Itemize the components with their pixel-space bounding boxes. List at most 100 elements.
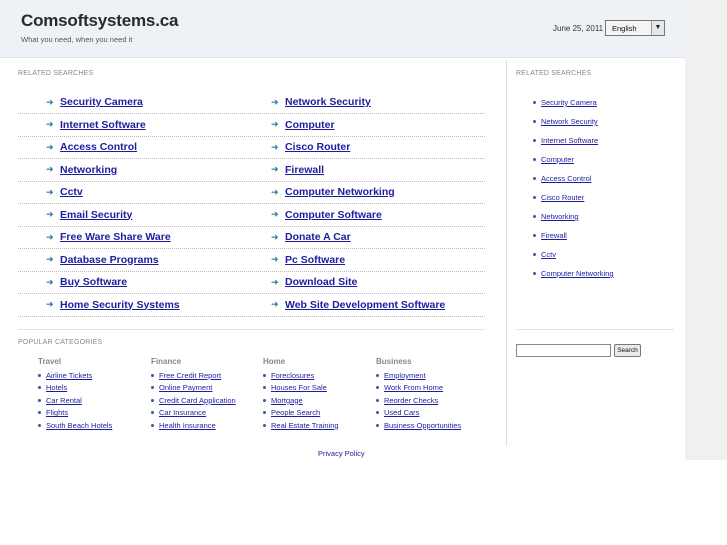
category-item[interactable]: South Beach Hotels — [38, 419, 112, 432]
related-search-link[interactable]: Firewall — [285, 164, 324, 176]
side-search-item[interactable]: Cctv — [533, 250, 556, 259]
chevron-down-icon[interactable]: ▼ — [651, 21, 664, 35]
category-link[interactable]: Hotels — [46, 383, 67, 392]
side-search-link[interactable]: Access Control — [541, 174, 591, 183]
side-search-item[interactable]: Access Control — [533, 174, 591, 183]
related-search-link[interactable]: Computer Networking — [285, 186, 395, 198]
related-search-item[interactable]: ➜ Database Programs — [46, 254, 159, 266]
category-link[interactable]: Mortgage — [271, 396, 303, 405]
language-select[interactable]: English ▼ — [605, 20, 665, 36]
related-search-link[interactable]: Download Site — [285, 276, 357, 288]
side-search-link[interactable]: Internet Software — [541, 136, 598, 145]
side-search-item[interactable]: Cisco Router — [533, 193, 584, 202]
related-search-link[interactable]: Donate A Car — [285, 231, 351, 243]
privacy-policy-link[interactable]: Privacy Policy — [318, 449, 365, 458]
related-search-item[interactable]: ➜ Buy Software — [46, 276, 127, 288]
category-link[interactable]: Credit Card Application — [159, 396, 236, 405]
category-item[interactable]: Airline Tickets — [38, 369, 112, 382]
category-link[interactable]: Reorder Checks — [384, 396, 438, 405]
side-search-link[interactable]: Computer — [541, 155, 574, 164]
related-search-link[interactable]: Cctv — [60, 186, 83, 198]
category-link[interactable]: Business Opportunities — [384, 421, 461, 430]
category-link[interactable]: South Beach Hotels — [46, 421, 112, 430]
category-link[interactable]: Employment — [384, 371, 426, 380]
related-search-link[interactable]: Access Control — [60, 141, 137, 153]
related-search-item[interactable]: ➜ Networking — [46, 164, 117, 176]
category-item[interactable]: Business Opportunities — [376, 419, 461, 432]
side-search-link[interactable]: Security Camera — [541, 98, 597, 107]
related-search-link[interactable]: Network Security — [285, 96, 371, 108]
category-item[interactable]: Car Rental — [38, 394, 112, 407]
category-link[interactable]: Used Cars — [384, 408, 419, 417]
category-item[interactable]: Work From Home — [376, 382, 461, 395]
category-item[interactable]: Hotels — [38, 382, 112, 395]
category-item[interactable]: People Search — [263, 407, 339, 420]
category-item[interactable]: Employment — [376, 369, 461, 382]
related-search-item[interactable]: ➜ Download Site — [271, 276, 357, 288]
side-search-link[interactable]: Networking — [541, 212, 579, 221]
side-search-item[interactable]: Network Security — [533, 117, 598, 126]
category-link[interactable]: Real Estate Training — [271, 421, 339, 430]
related-search-item[interactable]: ➜ Security Camera — [46, 96, 143, 108]
category-link[interactable]: Houses For Sale — [271, 383, 327, 392]
category-link[interactable]: Flights — [46, 408, 68, 417]
category-link[interactable]: Foreclosures — [271, 371, 314, 380]
side-search-item[interactable]: Firewall — [533, 231, 567, 240]
related-search-item[interactable]: ➜ Firewall — [271, 164, 324, 176]
related-search-item[interactable]: ➜ Computer Networking — [271, 186, 395, 198]
category-link[interactable]: Car Insurance — [159, 408, 206, 417]
side-search-link[interactable]: Computer Networking — [541, 269, 614, 278]
side-search-item[interactable]: Computer Networking — [533, 269, 614, 278]
category-item[interactable]: Used Cars — [376, 407, 461, 420]
related-search-item[interactable]: ➜ Home Security Systems — [46, 299, 180, 311]
side-search-link[interactable]: Firewall — [541, 231, 567, 240]
related-search-item[interactable]: ➜ Email Security — [46, 209, 132, 221]
related-search-item[interactable]: ➜ Web Site Development Software — [271, 299, 445, 311]
related-search-link[interactable]: Security Camera — [60, 96, 143, 108]
related-search-link[interactable]: Email Security — [60, 209, 132, 221]
category-link[interactable]: Online Payment — [159, 383, 212, 392]
category-link[interactable]: Free Credit Report — [159, 371, 221, 380]
related-search-link[interactable]: Buy Software — [60, 276, 127, 288]
category-link[interactable]: Car Rental — [46, 396, 82, 405]
related-search-item[interactable]: ➜ Free Ware Share Ware — [46, 231, 171, 243]
category-link[interactable]: Work From Home — [384, 383, 443, 392]
related-search-link[interactable]: Internet Software — [60, 119, 146, 131]
category-item[interactable]: Foreclosures — [263, 369, 339, 382]
search-input[interactable] — [516, 344, 611, 357]
category-link[interactable]: Airline Tickets — [46, 371, 92, 380]
related-search-link[interactable]: Free Ware Share Ware — [60, 231, 171, 243]
related-search-item[interactable]: ➜ Network Security — [271, 96, 371, 108]
side-search-link[interactable]: Cctv — [541, 250, 556, 259]
category-item[interactable]: Reorder Checks — [376, 394, 461, 407]
category-link[interactable]: People Search — [271, 408, 320, 417]
category-item[interactable]: Flights — [38, 407, 112, 420]
related-search-link[interactable]: Web Site Development Software — [285, 299, 445, 311]
category-item[interactable]: Health Insurance — [151, 419, 236, 432]
category-item[interactable]: Credit Card Application — [151, 394, 236, 407]
related-search-link[interactable]: Computer — [285, 119, 335, 131]
related-search-link[interactable]: Networking — [60, 164, 117, 176]
related-search-link[interactable]: Computer Software — [285, 209, 382, 221]
side-search-link[interactable]: Cisco Router — [541, 193, 584, 202]
category-item[interactable]: Free Credit Report — [151, 369, 236, 382]
side-search-item[interactable]: Computer — [533, 155, 574, 164]
side-search-item[interactable]: Networking — [533, 212, 579, 221]
category-item[interactable]: Mortgage — [263, 394, 339, 407]
category-item[interactable]: Real Estate Training — [263, 419, 339, 432]
search-button[interactable]: Search — [614, 344, 641, 357]
related-search-link[interactable]: Database Programs — [60, 254, 159, 266]
side-search-link[interactable]: Network Security — [541, 117, 598, 126]
related-search-item[interactable]: ➜ Internet Software — [46, 119, 146, 131]
side-search-item[interactable]: Internet Software — [533, 136, 598, 145]
category-link[interactable]: Health Insurance — [159, 421, 216, 430]
related-search-item[interactable]: ➜ Cisco Router — [271, 141, 350, 153]
category-item[interactable]: Car Insurance — [151, 407, 236, 420]
related-search-item[interactable]: ➜ Computer — [271, 119, 335, 131]
related-search-item[interactable]: ➜ Donate A Car — [271, 231, 351, 243]
related-search-link[interactable]: Home Security Systems — [60, 299, 180, 311]
site-title[interactable]: Comsoftsystems.ca — [21, 11, 178, 31]
related-search-link[interactable]: Cisco Router — [285, 141, 350, 153]
related-search-item[interactable]: ➜ Computer Software — [271, 209, 382, 221]
related-search-item[interactable]: ➜ Pc Software — [271, 254, 345, 266]
